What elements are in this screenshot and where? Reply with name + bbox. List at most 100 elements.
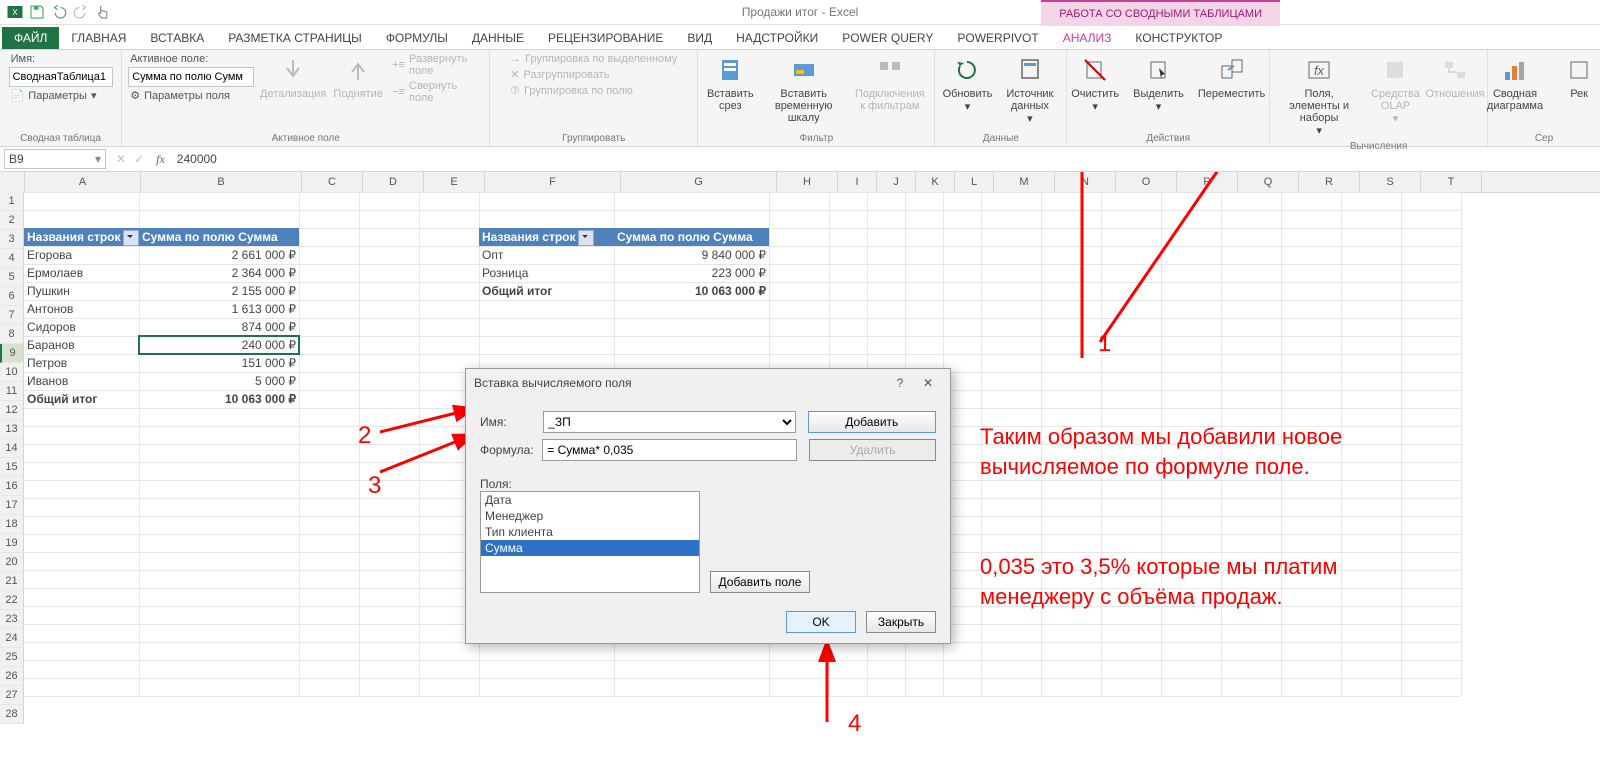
cell[interactable]: Розница xyxy=(479,264,614,282)
list-item[interactable]: Дата xyxy=(481,492,699,508)
row-header[interactable]: 12 xyxy=(0,401,24,420)
data-source[interactable]: Источник данных▾ xyxy=(999,52,1060,127)
dlg-name-input[interactable]: _ЗП xyxy=(543,411,796,433)
cell[interactable]: 10 063 000 ₽ xyxy=(614,282,769,300)
undo-icon[interactable] xyxy=(50,3,68,21)
cell[interactable]: Антонов xyxy=(24,300,139,318)
col-header[interactable]: G xyxy=(621,172,777,192)
cell[interactable]: 9 840 000 ₽ xyxy=(614,246,769,264)
list-item[interactable]: Менеджер xyxy=(481,508,699,524)
tab-addins[interactable]: НАДСТРОЙКИ xyxy=(724,27,830,49)
cell[interactable]: Опт xyxy=(479,246,614,264)
move[interactable]: Переместить xyxy=(1194,52,1269,102)
row-header[interactable]: 13 xyxy=(0,420,24,439)
cell[interactable]: 2 364 000 ₽ xyxy=(139,264,299,282)
row-header[interactable]: 4 xyxy=(0,249,24,268)
cell[interactable]: Пушкин xyxy=(24,282,139,300)
dlg-add-field-button[interactable]: Добавить поле xyxy=(710,571,810,593)
cell[interactable]: 151 000 ₽ xyxy=(139,354,299,372)
cell[interactable]: Баранов xyxy=(24,336,139,354)
cell[interactable]: Ермолаев xyxy=(24,264,139,282)
tab-view[interactable]: ВИД xyxy=(675,27,724,49)
col-header[interactable]: R xyxy=(1299,172,1360,192)
row-header[interactable]: 11 xyxy=(0,382,24,401)
cell[interactable]: Сидоров xyxy=(24,318,139,336)
col-header[interactable]: H xyxy=(777,172,838,192)
row-header[interactable]: 21 xyxy=(0,572,24,591)
cell[interactable]: Егорова xyxy=(24,246,139,264)
cell[interactable]: 10 063 000 ₽ xyxy=(139,390,299,408)
row-header[interactable]: 25 xyxy=(0,648,24,667)
insert-timeline[interactable]: Вставить временную шкалу xyxy=(762,52,845,126)
row-header[interactable]: 14 xyxy=(0,439,24,458)
col-header[interactable]: A xyxy=(25,172,141,192)
tab-review[interactable]: РЕЦЕНЗИРОВАНИЕ xyxy=(536,27,675,49)
row-header[interactable]: 26 xyxy=(0,667,24,686)
row-header[interactable]: 10 xyxy=(0,363,24,382)
tab-layout[interactable]: РАЗМЕТКА СТРАНИЦЫ xyxy=(216,27,374,49)
dlg-formula-input[interactable] xyxy=(542,439,797,461)
row-header[interactable]: 2 xyxy=(0,211,24,230)
fields-items-sets[interactable]: fxПоля, элементы и наборы▾ xyxy=(1276,52,1362,139)
row-header[interactable]: 5 xyxy=(0,268,24,287)
cell[interactable]: Общий итог xyxy=(479,282,614,300)
list-item[interactable]: Тип клиента xyxy=(481,524,699,540)
col-header[interactable]: D xyxy=(363,172,424,192)
dlg-delete-button[interactable]: Удалить xyxy=(809,439,936,461)
cancel-icon[interactable]: ✕ xyxy=(116,152,126,166)
col-header[interactable]: S xyxy=(1360,172,1421,192)
row-header[interactable]: 24 xyxy=(0,629,24,648)
name-box[interactable]: B9▾ xyxy=(4,149,106,169)
col-header[interactable] xyxy=(0,172,25,192)
row-header[interactable]: 1 xyxy=(0,192,24,211)
touch-icon[interactable] xyxy=(94,3,112,21)
row-header[interactable]: 8 xyxy=(0,325,24,344)
col-header[interactable]: C xyxy=(302,172,363,192)
row-header[interactable]: 3 xyxy=(0,230,24,249)
dlg-fields-list[interactable]: Дата Менеджер Тип клиента Сумма xyxy=(480,491,700,593)
row-header[interactable]: 9 xyxy=(0,344,24,363)
row-header[interactable]: 16 xyxy=(0,477,24,496)
cell[interactable]: Сумма по полю Сумма xyxy=(614,228,769,246)
fx-icon[interactable]: fx xyxy=(150,152,171,167)
col-header[interactable]: F xyxy=(485,172,621,192)
pivot-chart[interactable]: Сводная диаграмма xyxy=(1483,52,1547,114)
col-header[interactable]: T xyxy=(1421,172,1482,192)
tab-design[interactable]: КОНСТРУКТОР xyxy=(1123,27,1234,49)
cell[interactable]: Сумма по полю Сумма xyxy=(139,228,299,246)
save-icon[interactable] xyxy=(28,3,46,21)
enter-icon[interactable]: ✓ xyxy=(134,152,144,166)
tab-insert[interactable]: ВСТАВКА xyxy=(138,27,216,49)
dlg-ok-button[interactable]: OK xyxy=(786,611,856,633)
cell[interactable]: Названия строк xyxy=(24,228,139,246)
dlg-add-button[interactable]: Добавить xyxy=(808,411,936,433)
cell[interactable]: Общий итог xyxy=(24,390,139,408)
select[interactable]: Выделить▾ xyxy=(1129,52,1188,115)
redo-icon[interactable] xyxy=(72,3,90,21)
cell[interactable]: 240 000 ₽ xyxy=(139,336,299,354)
row-header[interactable]: 17 xyxy=(0,496,24,515)
row-header[interactable]: 6 xyxy=(0,287,24,306)
pt-name-input[interactable] xyxy=(9,67,113,87)
row-header[interactable]: 27 xyxy=(0,686,24,705)
cell[interactable]: Петров xyxy=(24,354,139,372)
cell[interactable]: 874 000 ₽ xyxy=(139,318,299,336)
row-header[interactable]: 18 xyxy=(0,515,24,534)
insert-slicer[interactable]: Вставить срез xyxy=(704,52,756,114)
row-header[interactable]: 23 xyxy=(0,610,24,629)
cell[interactable]: Иванов xyxy=(24,372,139,390)
relations[interactable]: Отношения xyxy=(1429,52,1481,102)
row-header[interactable]: 20 xyxy=(0,553,24,572)
worksheet-grid[interactable]: ABCDEFGHIJKLMNOPQRST 1234567891011121314… xyxy=(0,172,1600,763)
row-header[interactable]: 28 xyxy=(0,705,24,724)
col-header[interactable]: B xyxy=(141,172,302,192)
row-header[interactable]: 7 xyxy=(0,306,24,325)
cell[interactable]: 223 000 ₽ xyxy=(614,264,769,282)
col-header[interactable]: O xyxy=(1116,172,1177,192)
tab-powerquery[interactable]: POWER QUERY xyxy=(830,27,945,49)
dlg-close-button[interactable]: Закрыть xyxy=(866,611,936,633)
refresh[interactable]: Обновить▾ xyxy=(941,52,993,115)
cell[interactable]: 2 661 000 ₽ xyxy=(139,246,299,264)
cell[interactable]: 2 155 000 ₽ xyxy=(139,282,299,300)
col-header[interactable]: N xyxy=(1055,172,1116,192)
